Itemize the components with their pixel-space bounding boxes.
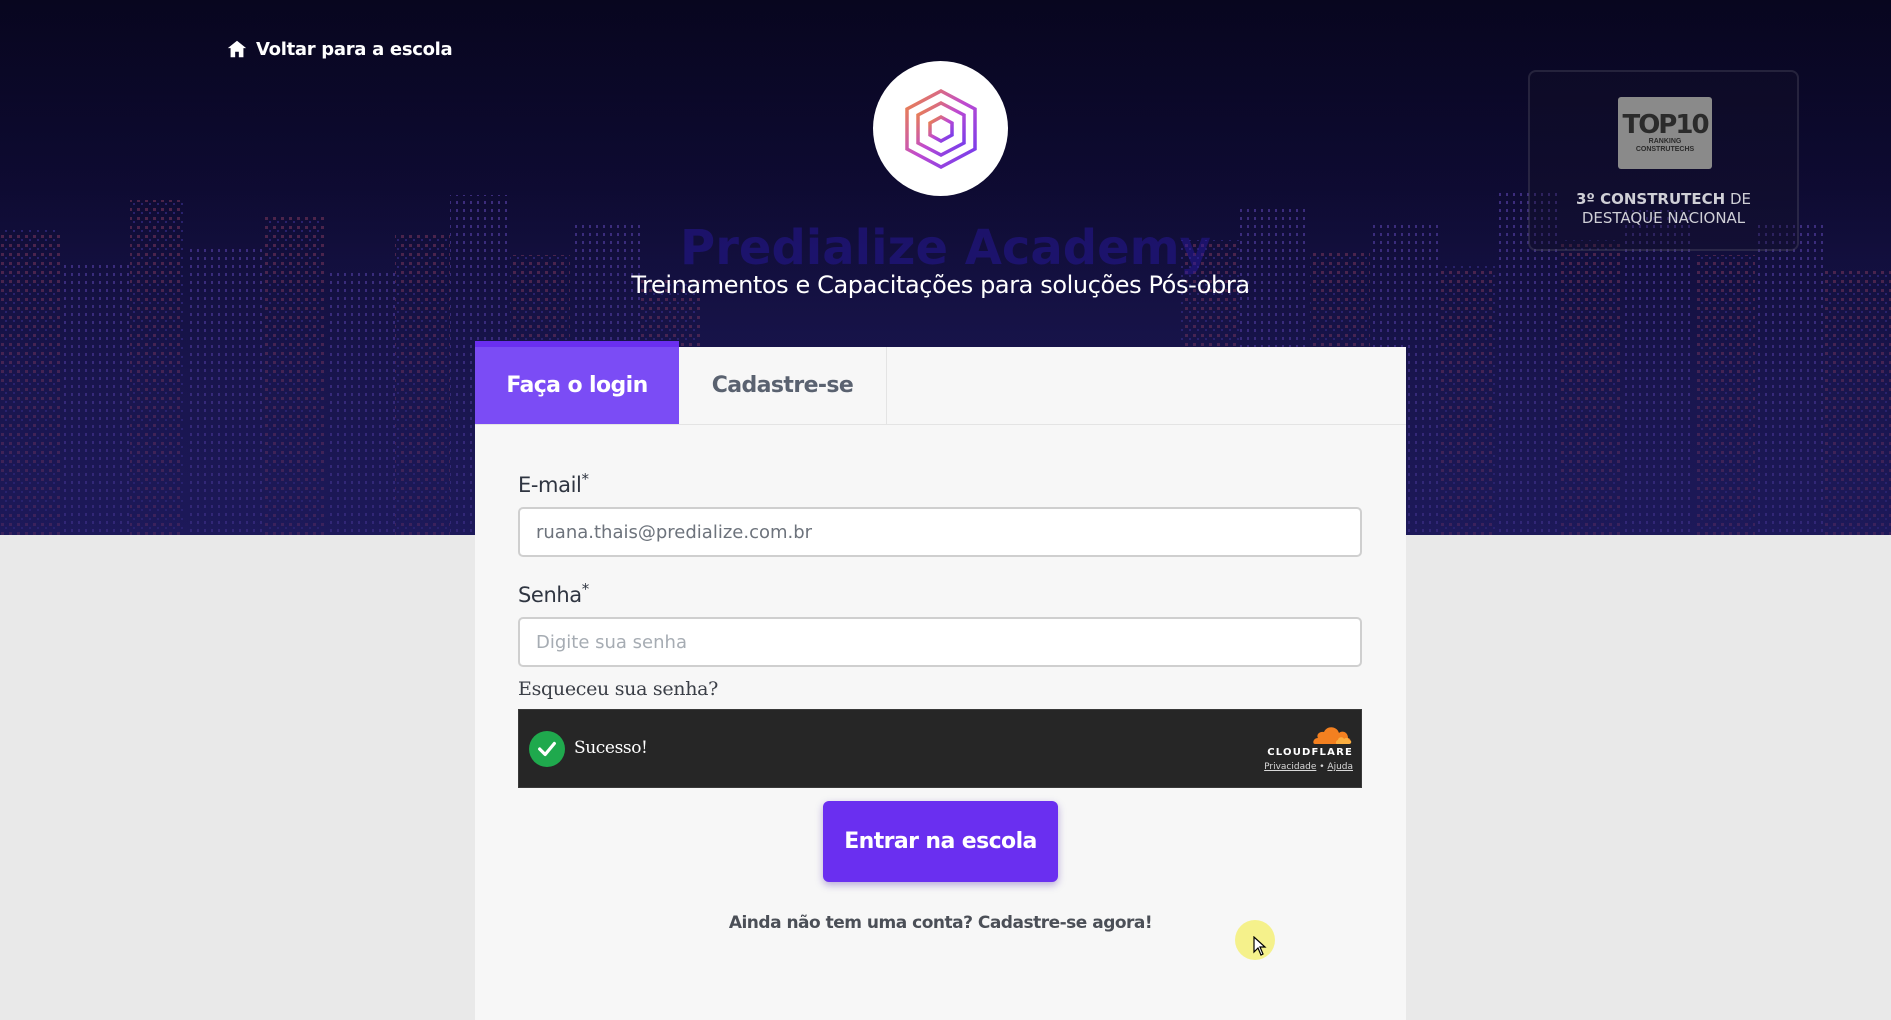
forgot-password-link[interactable]: Esqueceu sua senha? [518,678,718,700]
privacy-link[interactable]: Privacidade [1264,762,1316,772]
cloudflare-captcha-widget[interactable]: Sucesso! CLOUDFLARE Privacidade • Ajuda [518,709,1362,788]
help-link[interactable]: Ajuda [1327,762,1353,772]
award-badge-card: TOP10 RANKING CONSTRUTECHS 3º CONSTRUTEC… [1528,70,1799,251]
school-tagline: Treinamentos e Capacitações para soluçõe… [631,271,1250,299]
cloudflare-branding: CLOUDFLARE Privacidade • Ajuda [1243,722,1353,772]
predialize-logo [904,88,977,169]
auth-tabs: Faça o login Cadastre-se [475,341,1406,425]
tab-signup[interactable]: Cadastre-se [679,347,887,424]
tab-login[interactable]: Faça o login [475,341,679,424]
email-field[interactable] [518,507,1362,557]
password-label: Senha* [518,580,589,608]
school-logo [873,61,1008,196]
captcha-links: Privacidade • Ajuda [1264,762,1353,772]
top10-ranking-badge: TOP10 RANKING CONSTRUTECHS [1618,97,1712,169]
email-label: E-mail* [518,470,589,498]
cloudflare-icon [1313,727,1352,744]
mouse-pointer-icon [1235,920,1275,960]
checkmark-icon [529,731,565,767]
back-link-label: Voltar para a escola [256,38,453,60]
home-icon [227,40,247,58]
cloudflare-wordmark: CLOUDFLARE [1267,747,1353,758]
award-caption: 3º CONSTRUTECH DE DESTAQUE NACIONAL [1575,190,1752,227]
captcha-status: Sucesso! [574,738,648,758]
enter-school-button[interactable]: Entrar na escola [823,801,1058,882]
back-to-school-link[interactable]: Voltar para a escola [226,38,453,60]
password-field[interactable] [518,617,1362,667]
login-card: Faça o login Cadastre-se E-mail* Senha* … [475,341,1406,1020]
